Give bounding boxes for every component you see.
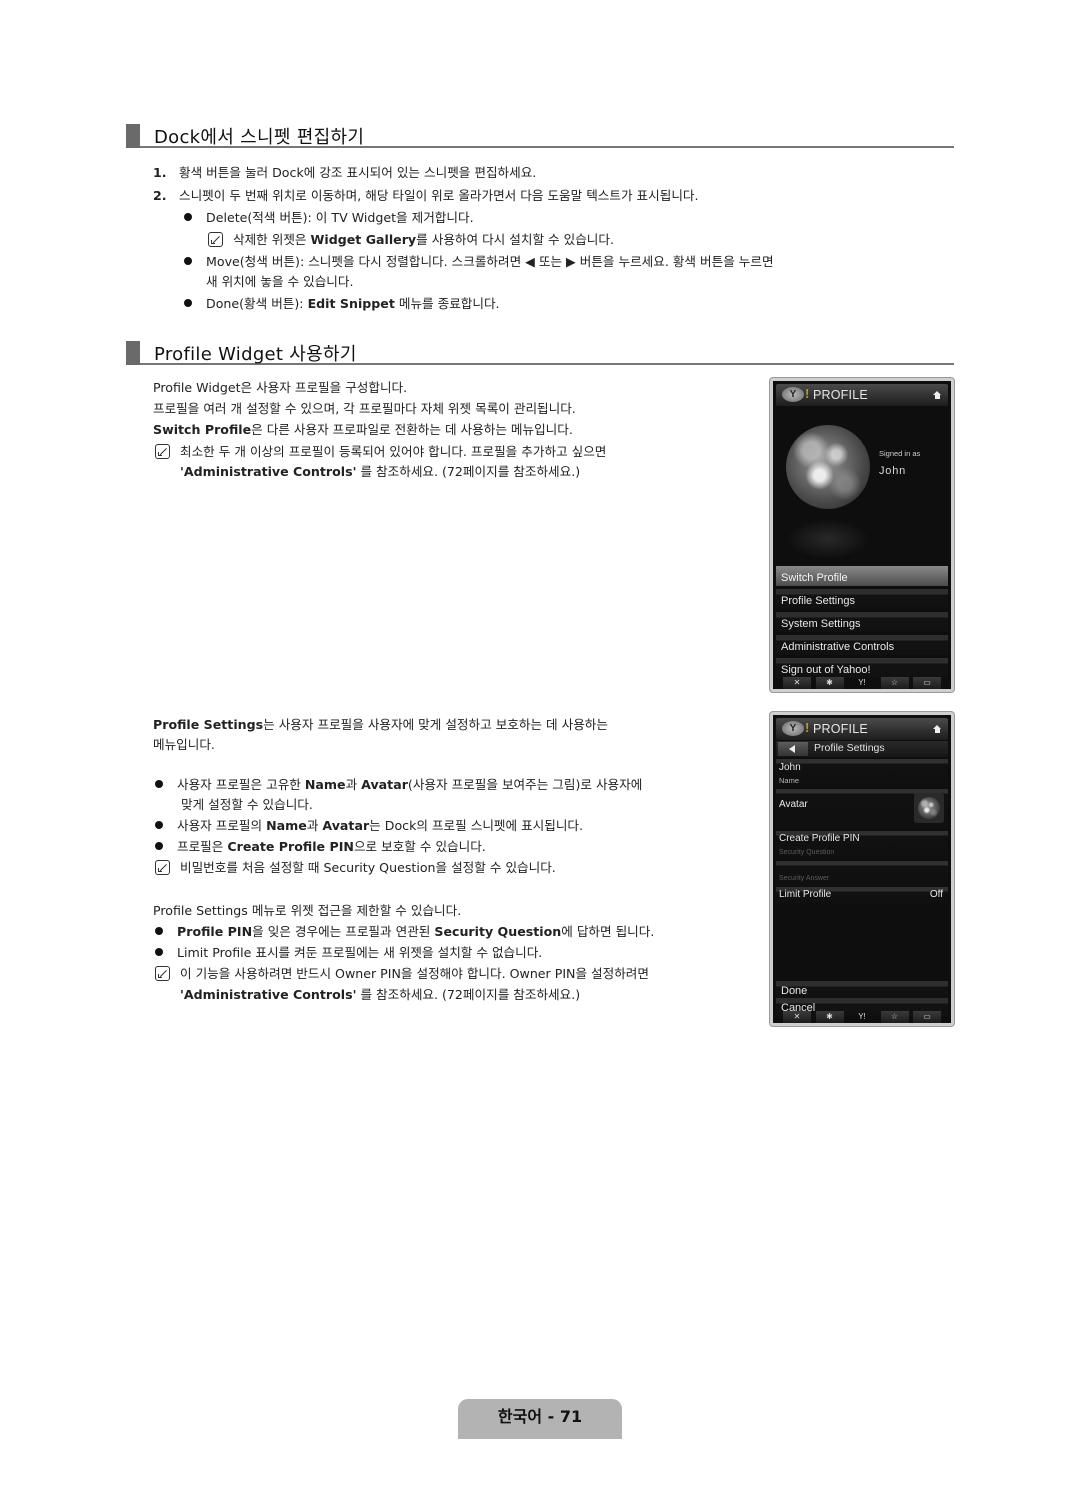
limit-profile-label: Limit Profile	[779, 889, 832, 900]
widget-header: Y ! PROFILE	[776, 384, 948, 406]
profile-settings-intro: Profile Settings는 사용자 프로필을 사용자에 맞게 설정하고 …	[153, 717, 608, 732]
yahoo-exclaim-icon: !	[805, 720, 810, 735]
bullet-forgot-pin: Profile PIN을 잊은 경우에는 프로필과 연관된 Security Q…	[155, 924, 654, 940]
intro-line-1: Profile Widget은 사용자 프로필을 구성합니다.	[153, 380, 408, 395]
yahoo-icon[interactable]: Y!	[848, 677, 876, 689]
done-button[interactable]: Done	[776, 981, 948, 999]
bullet-icon	[184, 299, 192, 307]
bullet-name-avatar: 사용자 프로필은 고유한 Name과 Avatar(사용자 프로필을 보여주는 …	[155, 777, 642, 793]
avatar-reflection	[786, 519, 870, 559]
bullet-icon	[184, 213, 192, 221]
note-min-profiles: 최소한 두 개 이상의 프로필이 등록되어 있어야 합니다. 프로필을 추가하고…	[155, 444, 606, 460]
intro-line-3: Switch Profile은 다른 사용자 프로파일로 전환하는 데 사용하는…	[153, 422, 573, 437]
security-question-label: Security Question	[779, 849, 835, 856]
profile-settings-intro-cont: 메뉴입니다.	[153, 737, 215, 752]
menu-profile-settings[interactable]: Profile Settings	[776, 589, 948, 609]
bullet-icon	[184, 257, 192, 265]
profile-settings-panel: Y ! PROFILE Profile Settings John Name A…	[770, 712, 954, 1026]
note-icon	[155, 444, 170, 459]
menu-system-settings[interactable]: System Settings	[776, 612, 948, 632]
note-icon	[155, 860, 170, 875]
limit-profile-value[interactable]: Off	[930, 889, 943, 900]
avatar-row[interactable]: Avatar	[776, 789, 948, 829]
create-pin-label: Create Profile PIN	[779, 833, 860, 844]
note-widget-gallery: 삭제한 위젯은 Widget Gallery를 사용하여 다시 설치할 수 있습…	[208, 232, 614, 248]
section-marker	[126, 124, 140, 148]
back-arrow-icon[interactable]	[778, 742, 808, 756]
widget-title: PROFILE	[813, 388, 868, 402]
intro-line-2: 프로필을 여러 개 설정할 수 있으며, 각 프로필마다 자체 위젯 목록이 관…	[153, 401, 576, 416]
avatar-label: Avatar	[779, 799, 808, 810]
note-security-question: 비밀번호를 처음 설정할 때 Security Question을 설정할 수 …	[155, 860, 556, 876]
page-number-tab: 한국어 - 71	[458, 1399, 622, 1439]
menu-administrative-controls[interactable]: Administrative Controls	[776, 635, 948, 655]
bullet-icon	[155, 821, 163, 829]
section-marker	[126, 341, 140, 365]
sub-header: Profile Settings	[776, 741, 948, 757]
section-title: Profile Widget 사용하기	[154, 344, 357, 365]
profile-avatar-earth	[786, 425, 870, 509]
menu-sign-out[interactable]: Sign out of Yahoo!	[776, 658, 948, 678]
gear-icon[interactable]: ✱	[815, 1011, 844, 1023]
bullet-icon	[155, 948, 163, 956]
profile-widget-panel: Y ! PROFILE Signed in as John Switch Pro…	[770, 378, 954, 692]
create-pin-row[interactable]: Create Profile PIN Security Question	[776, 831, 948, 859]
close-icon[interactable]: ✕	[783, 677, 811, 689]
bullet-create-pin: 프로필은 Create Profile PIN으로 보호할 수 있습니다.	[155, 839, 486, 855]
bullet-move: Move(청색 버튼): 스니펫을 다시 정렬합니다. 스크롤하려면 ◀ 또는 …	[184, 254, 774, 270]
bullet-delete: Delete(적색 버튼): 이 TV Widget을 제거합니다.	[184, 210, 474, 226]
step-2: 2. 스니펫이 두 번째 위치로 이동하며, 해당 타일이 위로 올라가면서 다음…	[153, 188, 699, 203]
security-answer-label: Security Answer	[779, 875, 830, 882]
bullet-icon	[155, 927, 163, 935]
note-icon	[208, 232, 223, 247]
signed-in-label: Signed in as	[879, 449, 921, 458]
widget-dock: ✕ ✱ Y! ☆ ▭	[783, 1011, 941, 1023]
yahoo-icon[interactable]: Y!	[848, 1011, 876, 1023]
home-icon[interactable]	[933, 391, 942, 399]
step-1: 1. 황색 버튼을 눌러 Dock에 강조 표시되어 있는 스니펫을 편집하세요.	[153, 165, 537, 180]
star-icon[interactable]: ☆	[880, 677, 909, 689]
signed-in-user: John	[879, 465, 907, 477]
home-icon[interactable]	[933, 725, 942, 733]
close-icon[interactable]: ✕	[783, 1011, 811, 1023]
security-answer-row: Security Answer	[776, 861, 948, 887]
section-header-dock-edit: Dock에서 스니펫 편집하기	[126, 124, 954, 148]
widget-header: Y ! PROFILE	[776, 718, 948, 740]
bullet-icon	[155, 842, 163, 850]
bullet-dock-display: 사용자 프로필의 Name과 Avatar는 Dock의 프로필 스니펫에 표시…	[155, 818, 583, 834]
bullet-done: Done(황색 버튼): Edit Snippet 메뉴를 종료합니다.	[184, 296, 500, 312]
note-owner-pin-cont: 'Administrative Controls' 를 참조하세요. (72페이…	[180, 987, 581, 1002]
section-header-profile-widget: Profile Widget 사용하기	[126, 341, 954, 365]
widget-dock: ✕ ✱ Y! ☆ ▭	[783, 677, 941, 689]
screen-icon[interactable]: ▭	[913, 677, 941, 689]
avatar-thumbnail	[914, 793, 944, 823]
section-title: Dock에서 스니펫 편집하기	[154, 127, 365, 148]
limit-profile-row[interactable]: Limit Profile Off	[776, 887, 948, 903]
name-row[interactable]: John Name	[776, 759, 948, 787]
note-owner-pin: 이 기능을 사용하려면 반드시 Owner PIN을 설정해야 합니다. Own…	[155, 966, 649, 982]
bullet-limit-profile: Limit Profile 표시를 켜둔 프로필에는 새 위젯을 설치할 수 없…	[155, 945, 542, 961]
name-value: John	[779, 762, 801, 773]
bullet-name-avatar-cont: 맞게 설정할 수 있습니다.	[181, 797, 313, 812]
note-min-profiles-cont: 'Administrative Controls' 를 참조하세요. (72페이…	[180, 464, 581, 479]
menu-switch-profile[interactable]: Switch Profile	[776, 566, 948, 586]
yahoo-exclaim-icon: !	[805, 386, 810, 401]
widget-title: PROFILE	[813, 722, 868, 736]
note-icon	[155, 966, 170, 981]
yahoo-logo-icon: Y	[782, 721, 804, 736]
screen-icon[interactable]: ▭	[913, 1011, 941, 1023]
bullet-icon	[155, 780, 163, 788]
name-label: Name	[779, 776, 800, 785]
limit-intro: Profile Settings 메뉴로 위젯 접근을 제한할 수 있습니다.	[153, 903, 462, 918]
bullet-move-cont: 새 위치에 놓을 수 있습니다.	[206, 274, 354, 289]
yahoo-logo-icon: Y	[782, 387, 804, 402]
star-icon[interactable]: ☆	[880, 1011, 909, 1023]
gear-icon[interactable]: ✱	[815, 677, 844, 689]
sub-header-title: Profile Settings	[814, 742, 885, 754]
avatar-earth-icon	[918, 797, 940, 819]
